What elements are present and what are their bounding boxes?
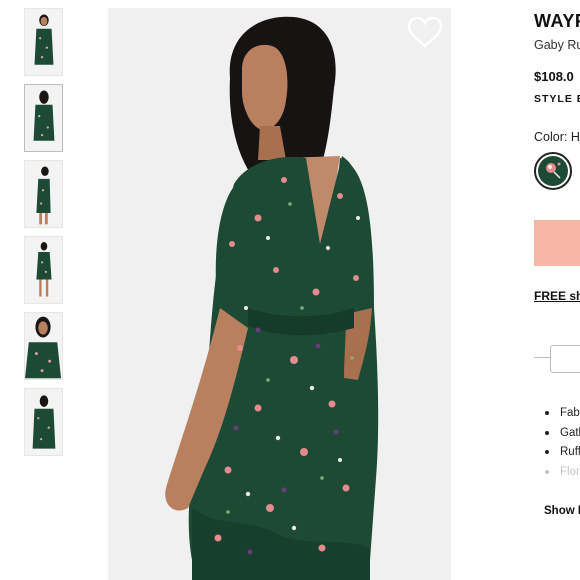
product-name: Gaby Ru [534,38,580,52]
quantity-selector[interactable] [550,345,580,373]
show-more-link[interactable]: Show M [544,505,580,517]
floral-swatch-icon [538,156,568,186]
color-swatch-button[interactable] [534,152,572,190]
detail-item: Fab [544,406,580,426]
thumbnail-full-length-image [25,237,62,303]
thumbnail-side[interactable] [24,160,63,228]
product-details-list: Fab Gatl Ruff Flor [544,406,580,484]
thumbnail-flat[interactable] [24,388,63,456]
style-code: STYLE E [534,93,580,105]
detail-item: Gatl [544,426,580,446]
main-product-image[interactable] [108,8,451,580]
thumbnail-front[interactable] [24,8,63,76]
thumbnail-flat-image [25,389,62,455]
thumbnail-full-length[interactable] [24,236,63,304]
thumbnail-side-image [25,161,62,227]
free-shipping-link[interactable]: FREE shi [534,289,580,303]
product-price: $108.0 [534,69,574,84]
model-photo [108,8,451,580]
thumbnail-detail[interactable] [24,312,63,380]
thumbnail-back-image [25,85,62,151]
color-label: Color: H [534,130,580,144]
detail-item: Ruff [544,445,580,465]
quantity-divider [534,357,550,358]
product-info-panel: WAYF Gaby Ru $108.0 STYLE E Color: H FRE… [534,0,580,580]
thumbnail-back[interactable] [24,84,63,152]
detail-item-faded: Flor [544,465,580,485]
wishlist-heart-icon[interactable] [407,16,443,48]
thumbnail-detail-image [25,313,62,379]
product-brand[interactable]: WAYF [534,11,580,32]
add-to-bag-button[interactable] [534,220,580,266]
thumbnail-front-image [25,9,62,75]
